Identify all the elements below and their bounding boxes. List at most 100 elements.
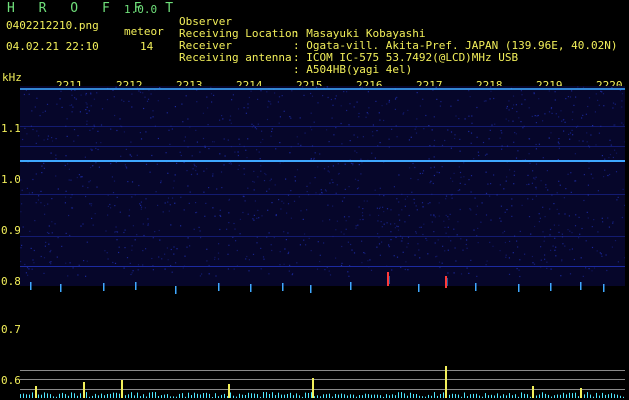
noise-speck: [390, 239, 392, 241]
noise-speck: [43, 162, 45, 164]
noise-speck: [604, 169, 606, 171]
noise-speck: [363, 200, 365, 202]
noise-speck: [473, 229, 475, 231]
noise-speck: [189, 245, 191, 247]
noise-speck: [159, 239, 161, 241]
noise-speck: [237, 154, 239, 157]
noise-speck: [43, 272, 45, 274]
noise-speck: [213, 94, 215, 96]
noise-speck: [22, 226, 24, 228]
noise-speck: [394, 223, 396, 225]
noise-speck: [457, 221, 459, 223]
noise-speck: [464, 183, 466, 185]
noise-speck: [468, 179, 470, 181]
spectrum-spike: [119, 393, 120, 398]
noise-speck: [208, 264, 210, 267]
spectrum-spike: [224, 393, 225, 398]
noise-speck: [414, 166, 416, 169]
noise-speck: [362, 136, 364, 138]
noise-speck: [568, 215, 570, 217]
spectrum-spike: [509, 393, 510, 398]
noise-speck: [421, 202, 424, 204]
noise-speck: [561, 120, 563, 122]
spectrum-spike: [278, 392, 279, 398]
noise-speck: [522, 127, 524, 129]
noise-speck: [388, 138, 390, 140]
noise-speck: [196, 141, 198, 143]
noise-speck: [157, 204, 159, 206]
noise-speck: [352, 163, 354, 165]
noise-speck: [515, 104, 517, 106]
noise-speck: [429, 202, 431, 204]
noise-speck: [553, 203, 555, 205]
noise-speck: [583, 174, 585, 176]
noise-speck: [323, 242, 325, 244]
noise-speck: [570, 191, 572, 193]
noise-speck: [32, 178, 34, 181]
noise-speck: [401, 240, 403, 242]
noise-speck: [250, 90, 252, 92]
baseline-line: [20, 379, 625, 380]
noise-speck: [166, 112, 168, 114]
meteor-echo-strong: [445, 276, 447, 288]
noise-speck: [379, 187, 381, 189]
noise-speck: [176, 248, 178, 250]
noise-speck: [237, 168, 239, 170]
noise-speck: [35, 142, 37, 144]
spectrum-spike: [206, 392, 207, 398]
noise-speck: [167, 172, 169, 174]
spectrum-spike: [47, 393, 48, 398]
noise-speck: [160, 182, 162, 184]
spectrum-spike: [212, 397, 213, 398]
noise-speck: [550, 108, 552, 110]
noise-speck: [535, 188, 537, 190]
noise-speck: [482, 141, 485, 144]
noise-speck: [26, 267, 29, 269]
noise-speck: [226, 228, 228, 230]
noise-speck: [608, 226, 610, 228]
noise-speck: [376, 207, 378, 209]
noise-speck: [219, 153, 221, 155]
noise-speck: [441, 262, 443, 264]
noise-speck: [542, 231, 544, 233]
noise-speck: [230, 163, 232, 165]
noise-speck: [119, 118, 121, 120]
noise-speck: [114, 205, 116, 207]
noise-speck: [532, 198, 534, 200]
spectrum-spike: [410, 392, 411, 398]
spectrum-spike: [236, 396, 237, 398]
noise-speck: [186, 170, 188, 172]
noise-speck: [152, 237, 154, 239]
noise-speck: [270, 178, 272, 180]
noise-speck: [359, 219, 361, 221]
noise-speck: [513, 183, 515, 185]
noise-speck: [128, 100, 130, 102]
noise-speck: [332, 165, 334, 167]
spectrum-spike: [521, 392, 522, 398]
noise-speck: [466, 267, 468, 269]
noise-speck: [539, 217, 541, 219]
noise-speck: [447, 226, 449, 228]
noise-speck: [279, 116, 281, 118]
noise-speck: [520, 90, 522, 92]
noise-speck: [608, 157, 610, 159]
spectrum-spike: [41, 394, 42, 398]
noise-speck: [231, 99, 233, 101]
spectrum-spike: [359, 395, 360, 398]
noise-speck: [31, 268, 33, 270]
noise-speck: [546, 261, 548, 263]
spectrum-spike: [560, 394, 561, 398]
noise-speck: [383, 211, 385, 213]
noise-speck: [341, 143, 343, 145]
noise-speck: [535, 143, 537, 146]
noise-speck: [534, 115, 536, 117]
noise-speck: [612, 102, 615, 104]
noise-speck: [324, 189, 327, 191]
noise-speck: [438, 215, 440, 217]
noise-speck: [67, 163, 69, 165]
noise-speck: [469, 96, 471, 98]
noise-speck: [203, 170, 205, 172]
noise-speck: [260, 247, 262, 249]
noise-speck: [427, 253, 429, 255]
noise-speck: [511, 107, 513, 109]
